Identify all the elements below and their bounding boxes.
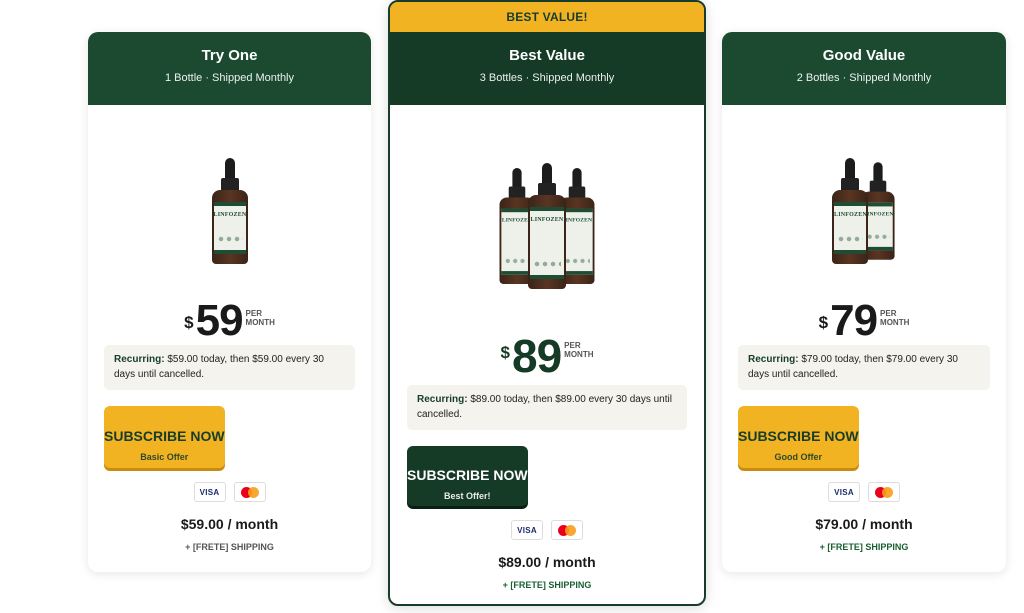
offer-label: Basic Offer [140, 451, 189, 462]
shipping-note: + [FRETE] SHIPPING [185, 542, 274, 552]
price-amount: 79 [830, 296, 878, 345]
recurring-note: Recurring: $59.00 today, then $59.00 eve… [104, 345, 355, 390]
plan-title: Try One [201, 47, 258, 64]
plan-card-best-value: BEST VALUE! Best Value 3 Bottles · Shipp… [388, 0, 706, 606]
plan-subtitle: 1 Bottle · Shipped Monthly [164, 72, 295, 84]
recurring-label: Recurring: [748, 354, 799, 365]
best-value-ribbon: BEST VALUE! [390, 2, 704, 32]
shipping-note: + [FRETE] SHIPPING [819, 542, 909, 552]
offer-label: Good Offer [774, 451, 823, 462]
plan-header: Best Value 3 Bottles · Shipped Monthly [390, 32, 704, 105]
price-amount: 89 [511, 330, 562, 382]
bottle-image: LINFOZEN [528, 163, 566, 289]
plan-subtitle: 2 Bottles · Shipped Monthly [796, 72, 932, 84]
mastercard-icon [868, 482, 900, 502]
price-currency: $ [184, 313, 194, 332]
price-period: PER MONTH [564, 341, 594, 359]
price-currency: $ [818, 313, 829, 332]
visa-icon: VISA [828, 482, 860, 502]
monthly-price: $89.00 / month [498, 554, 596, 570]
subscribe-button[interactable]: SUBSCRIBE NOW Basic Offer [104, 406, 225, 468]
visa-icon: VISA [193, 482, 226, 502]
price-period: PER MONTH [880, 309, 910, 327]
payment-methods: VISA [390, 520, 704, 540]
shipping-note: + [FRETE] SHIPPING [502, 580, 592, 590]
recurring-label: Recurring: [417, 394, 468, 405]
subscribe-button[interactable]: SUBSCRIBE NOW Best Offer! [407, 446, 528, 506]
price-amount: 59 [195, 296, 244, 345]
recurring-note: Recurring: $79.00 today, then $79.00 eve… [738, 345, 990, 390]
price-currency: $ [500, 343, 510, 362]
bottle-label-text: LINFOZEN [213, 212, 247, 218]
bottle-image: LINFOZEN [832, 158, 868, 264]
plan-subtitle: 3 Bottles · Shipped Monthly [479, 72, 615, 84]
plan-header: Good Value 2 Bottles · Shipped Monthly [722, 32, 1006, 105]
payment-methods: VISA [88, 482, 371, 502]
recurring-note: Recurring: $89.00 today, then $89.00 eve… [407, 385, 687, 430]
subscribe-button[interactable]: SUBSCRIBE NOW Good Offer [738, 406, 859, 468]
payment-methods: VISA [722, 482, 1006, 502]
plan-header: Try One 1 Bottle · Shipped Monthly [88, 32, 371, 105]
plan-title: Good Value [822, 47, 906, 64]
mastercard-icon [551, 520, 583, 540]
subscribe-button-label: SUBSCRIBE NOW [407, 466, 528, 483]
offer-label: Best Offer! [444, 490, 491, 501]
monthly-price: $79.00 / month [815, 516, 913, 532]
monthly-price: $59.00 / month [180, 516, 279, 532]
plan-card-try-one: Try One 1 Bottle · Shipped Monthly LINFO… [88, 32, 371, 572]
product-image: LINFOZEN [88, 158, 371, 264]
bottle-image: LINFOZEN [211, 158, 248, 264]
price: $ 59 PER MONTH [88, 296, 371, 345]
subscribe-button-label: SUBSCRIBE NOW [738, 427, 859, 444]
subscribe-button-label: SUBSCRIBE NOW [104, 427, 225, 444]
price: $ 79 PER MONTH [722, 296, 1006, 345]
plan-card-good-value: Good Value 2 Bottles · Shipped Monthly L… [722, 32, 1006, 572]
product-image: LINFOZEN LINFOZEN LINFOZEN [390, 163, 704, 289]
plan-title: Best Value [509, 47, 585, 64]
mastercard-icon [233, 482, 266, 502]
price: $ 89 PER MONTH [390, 333, 704, 385]
product-image: LINFOZEN LINFOZEN [722, 158, 1006, 264]
visa-icon: VISA [511, 520, 543, 540]
price-period: PER MONTH [245, 309, 275, 327]
recurring-label: Recurring: [114, 354, 165, 365]
